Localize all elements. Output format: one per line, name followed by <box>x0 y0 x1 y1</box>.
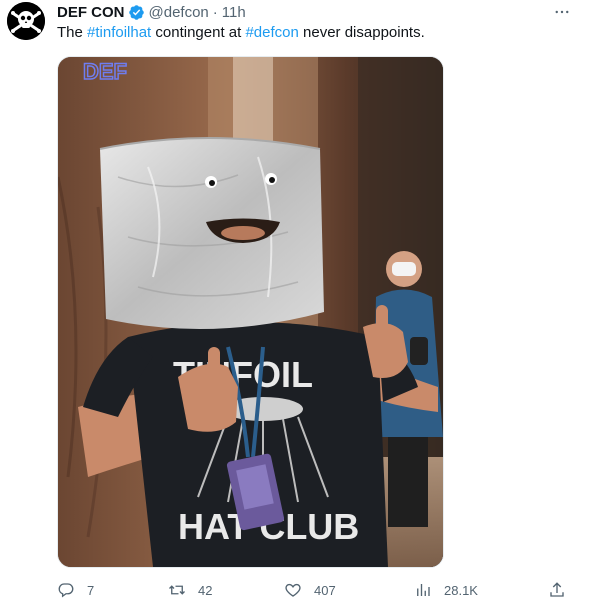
tweet-actions: 7 42 407 28.1K <box>57 576 574 604</box>
avatar[interactable] <box>7 2 45 40</box>
author-name[interactable]: DEF CON <box>57 4 125 21</box>
heart-icon <box>285 583 301 597</box>
like-count: 407 <box>314 582 336 598</box>
share-icon <box>550 582 564 597</box>
views-icon <box>417 584 430 596</box>
reply-count: 7 <box>87 582 95 598</box>
tweet-text: The #tinfoilhat contingent at #defcon ne… <box>57 23 425 43</box>
tweet-header: DEF CON @defcon · 11h <box>57 2 246 22</box>
skull-logo-icon <box>7 2 45 40</box>
text-middle: contingent at <box>151 24 246 41</box>
view-count: 28.1K <box>444 582 478 598</box>
photo-illustration: DEF TINFOIL HAT CLUB <box>58 57 443 567</box>
verified-badge-icon[interactable] <box>128 4 145 21</box>
reply-button[interactable]: 7 <box>57 576 94 604</box>
share-button[interactable] <box>548 576 566 604</box>
more-icon <box>555 10 569 14</box>
author-handle[interactable]: @defcon <box>149 4 209 21</box>
separator-dot: · <box>212 3 218 21</box>
tweet[interactable]: DEF CON @defcon · 11h The #tinfoilhat co… <box>0 0 598 614</box>
text-prefix: The <box>57 24 88 41</box>
retweet-button[interactable]: 42 <box>168 576 212 604</box>
views-button[interactable]: 28.1K <box>414 576 478 604</box>
text-suffix: never disappoints. <box>298 24 425 41</box>
more-button[interactable] <box>550 2 574 22</box>
timestamp[interactable]: 11h <box>222 4 246 21</box>
like-button[interactable]: 407 <box>284 576 336 604</box>
retweet-count: 42 <box>198 582 213 598</box>
reply-icon <box>58 583 74 598</box>
tweet-photo[interactable]: DEF TINFOIL HAT CLUB <box>57 56 444 568</box>
hashtag-link[interactable]: #defcon <box>245 24 298 41</box>
svg-text:DEF: DEF <box>83 59 127 84</box>
retweet-icon <box>169 585 185 595</box>
hashtag-link[interactable]: #tinfoilhat <box>87 24 151 41</box>
